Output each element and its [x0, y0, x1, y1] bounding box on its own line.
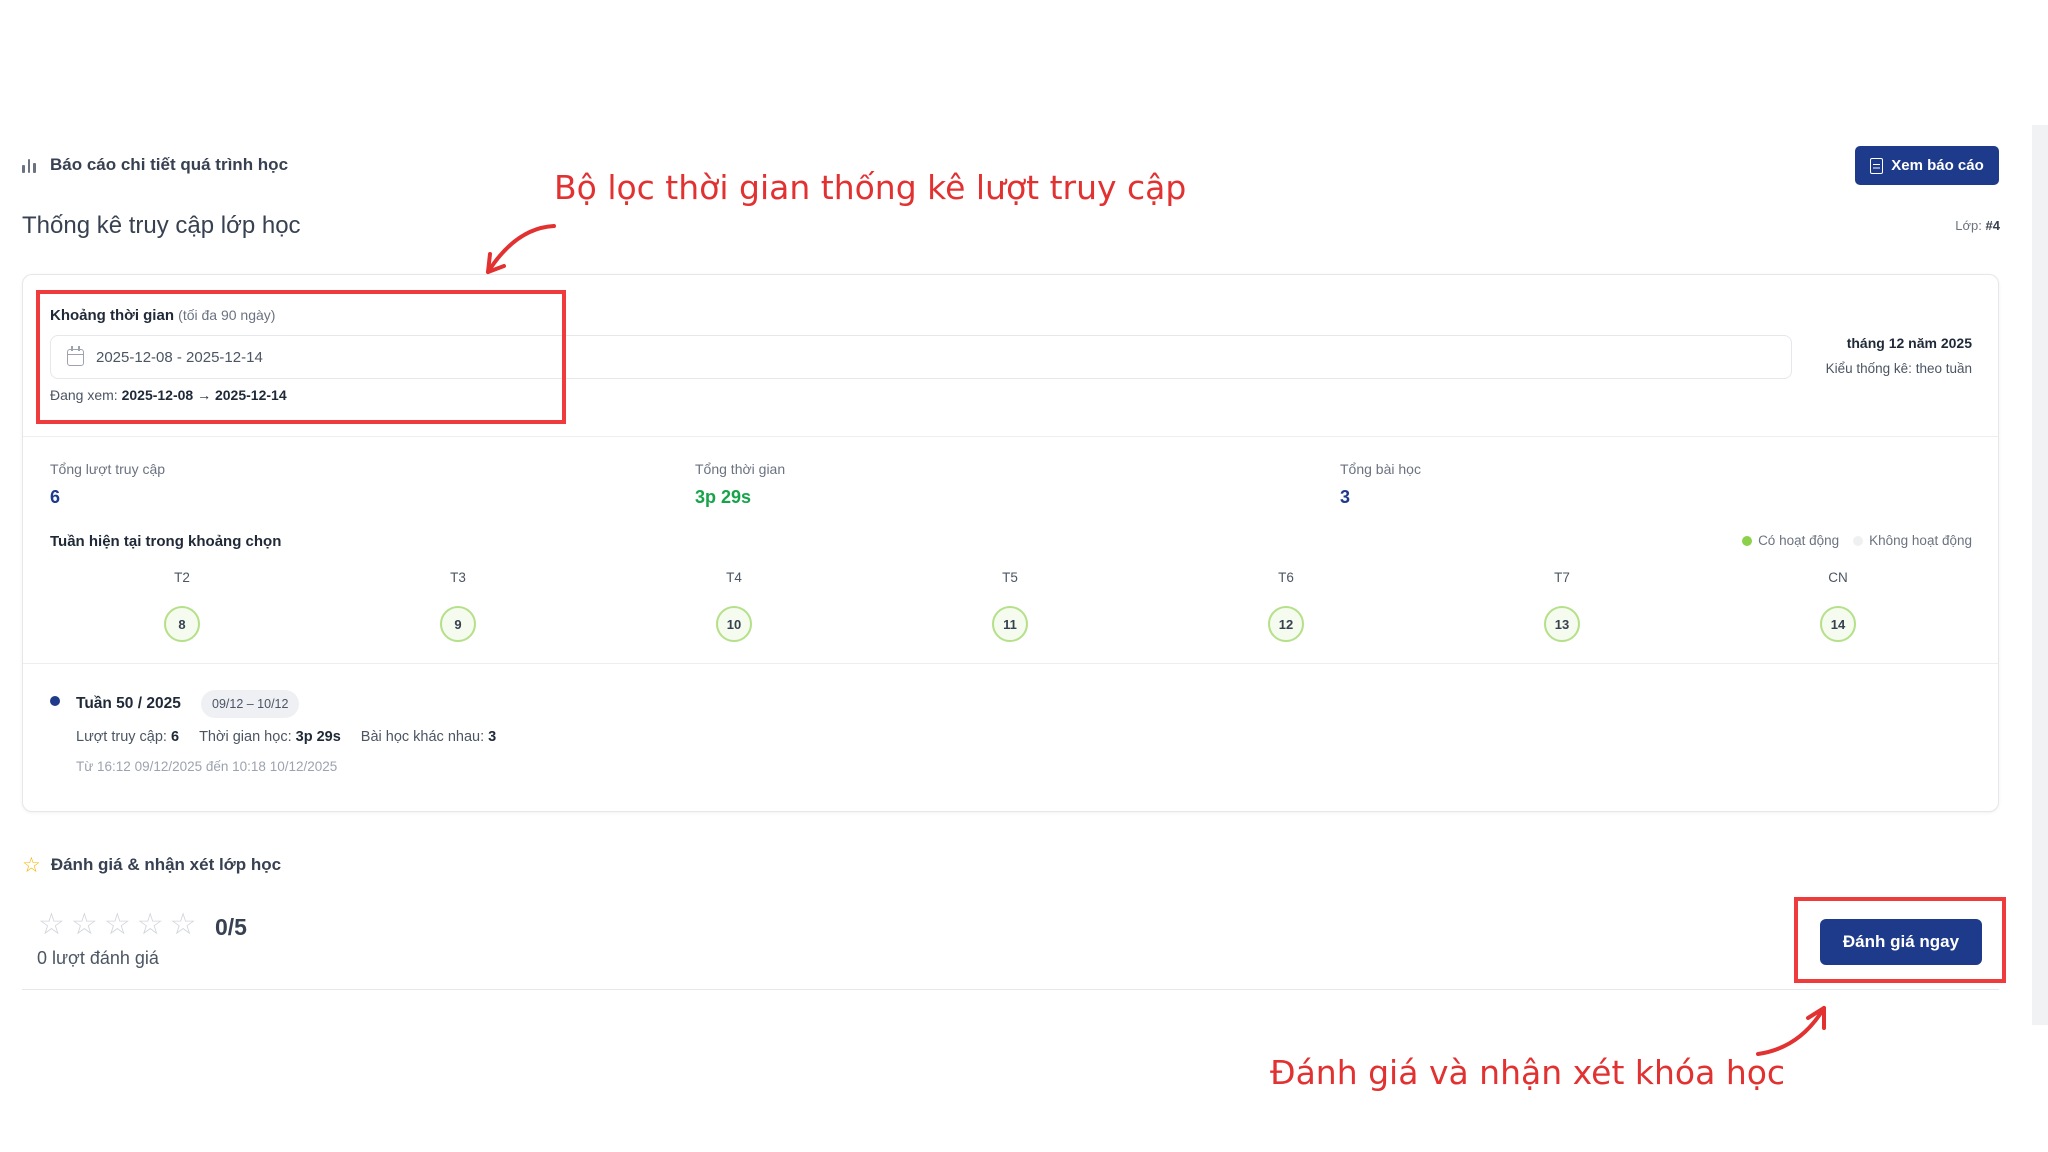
star-icon: ☆	[103, 908, 131, 941]
month-label: tháng 12 năm 2025	[1846, 335, 1972, 351]
week-range-badge: 09/12 – 10/12	[201, 690, 300, 718]
day-circle[interactable]: 8	[164, 606, 200, 642]
bar-chart-icon	[22, 156, 40, 174]
report-header: Báo cáo chi tiết quá trình học	[22, 152, 288, 178]
week-stats: Lượt truy cập: 6 Thời gian học: 3p 29s B…	[76, 729, 496, 745]
day-label: T7	[1554, 570, 1570, 585]
rating-score: 0/5	[215, 914, 247, 940]
day-label: T3	[450, 570, 466, 585]
filter-annotation: Bộ lọc thời gian thống kê lượt truy cập	[554, 168, 1187, 207]
day-label: CN	[1828, 570, 1848, 585]
rating-count: 0 lượt đánh giá	[37, 948, 159, 968]
rating-annotation: Đánh giá và nhận xét khóa học	[1270, 1053, 1786, 1092]
rating-highlight-box	[1794, 897, 2006, 983]
view-report-button[interactable]: Xem báo cáo	[1855, 146, 1999, 185]
filter-highlight-box	[36, 290, 566, 424]
total-time-label: Tổng thời gian	[695, 461, 786, 477]
week-name: Tuần 50 / 2025	[76, 695, 181, 712]
report-title: Báo cáo chi tiết quá trình học	[50, 155, 289, 174]
day-circle[interactable]: 14	[1820, 606, 1856, 642]
document-icon	[1870, 157, 1884, 174]
star-icon: ☆	[136, 908, 164, 941]
week-time: Thời gian học: 3p 29s	[199, 729, 341, 745]
access-stats-title: Thống kê truy cập lớp học	[22, 212, 301, 239]
inactive-legend-label: Không hoạt động	[1869, 533, 1972, 548]
active-legend-label: Có hoạt động	[1758, 533, 1840, 548]
rating-header: ☆ Đánh giá & nhận xét lớp học	[22, 852, 281, 878]
rating-title: Đánh giá & nhận xét lớp học	[50, 855, 282, 874]
rating-stars: ☆ ☆ ☆ ☆ ☆	[38, 910, 197, 940]
star-icon: ☆	[169, 908, 197, 941]
star-icon: ☆	[38, 908, 65, 941]
filter-arrow-icon	[486, 224, 556, 274]
total-time-value: 3p 29s	[695, 487, 752, 507]
activity-legend: Có hoạt động Không hoạt động	[1742, 533, 1972, 548]
star-icon: ☆	[22, 853, 41, 877]
star-icon: ☆	[70, 908, 98, 941]
day-label: T5	[1002, 570, 1018, 585]
day-label: T6	[1278, 570, 1294, 585]
week-bullet	[50, 696, 60, 706]
total-lessons-label: Tổng bài học	[1340, 461, 1421, 477]
page-scrollbar[interactable]	[2032, 125, 2048, 1025]
active-legend-dot	[1742, 535, 1753, 546]
bottom-divider	[22, 989, 1999, 990]
day-circle[interactable]: 12	[1268, 606, 1304, 642]
stat-mode-label: Kiểu thống kê: theo tuần	[1825, 361, 1972, 376]
inactive-legend-dot	[1853, 535, 1864, 546]
week-visits: Lượt truy cập: 6	[76, 729, 180, 745]
rating-arrow-icon	[1756, 1006, 1826, 1056]
total-lessons-value: 3	[1340, 487, 1351, 507]
class-id: #4	[1985, 218, 2000, 233]
day-circle[interactable]: 11	[992, 606, 1028, 642]
class-label: Lớp: #4	[1955, 218, 2000, 233]
day-circle[interactable]: 13	[1544, 606, 1580, 642]
current-week-title: Tuần hiện tại trong khoảng chọn	[50, 533, 282, 550]
day-label: T4	[726, 570, 742, 585]
day-circle[interactable]: 10	[716, 606, 752, 642]
total-visits-value: 6	[50, 487, 61, 507]
view-report-label: Xem báo cáo	[1891, 157, 1984, 174]
week-summary: Tuần 50 / 2025 09/12 – 10/12 Lượt truy c…	[23, 663, 1998, 813]
day-circle[interactable]: 9	[440, 606, 476, 642]
week-period: Từ 16:12 09/12/2025 đến 10:18 10/12/2025	[76, 759, 338, 774]
day-label: T2	[174, 570, 190, 585]
week-lessons: Bài học khác nhau: 3	[360, 729, 497, 745]
total-visits-label: Tổng lượt truy cập	[50, 461, 166, 477]
